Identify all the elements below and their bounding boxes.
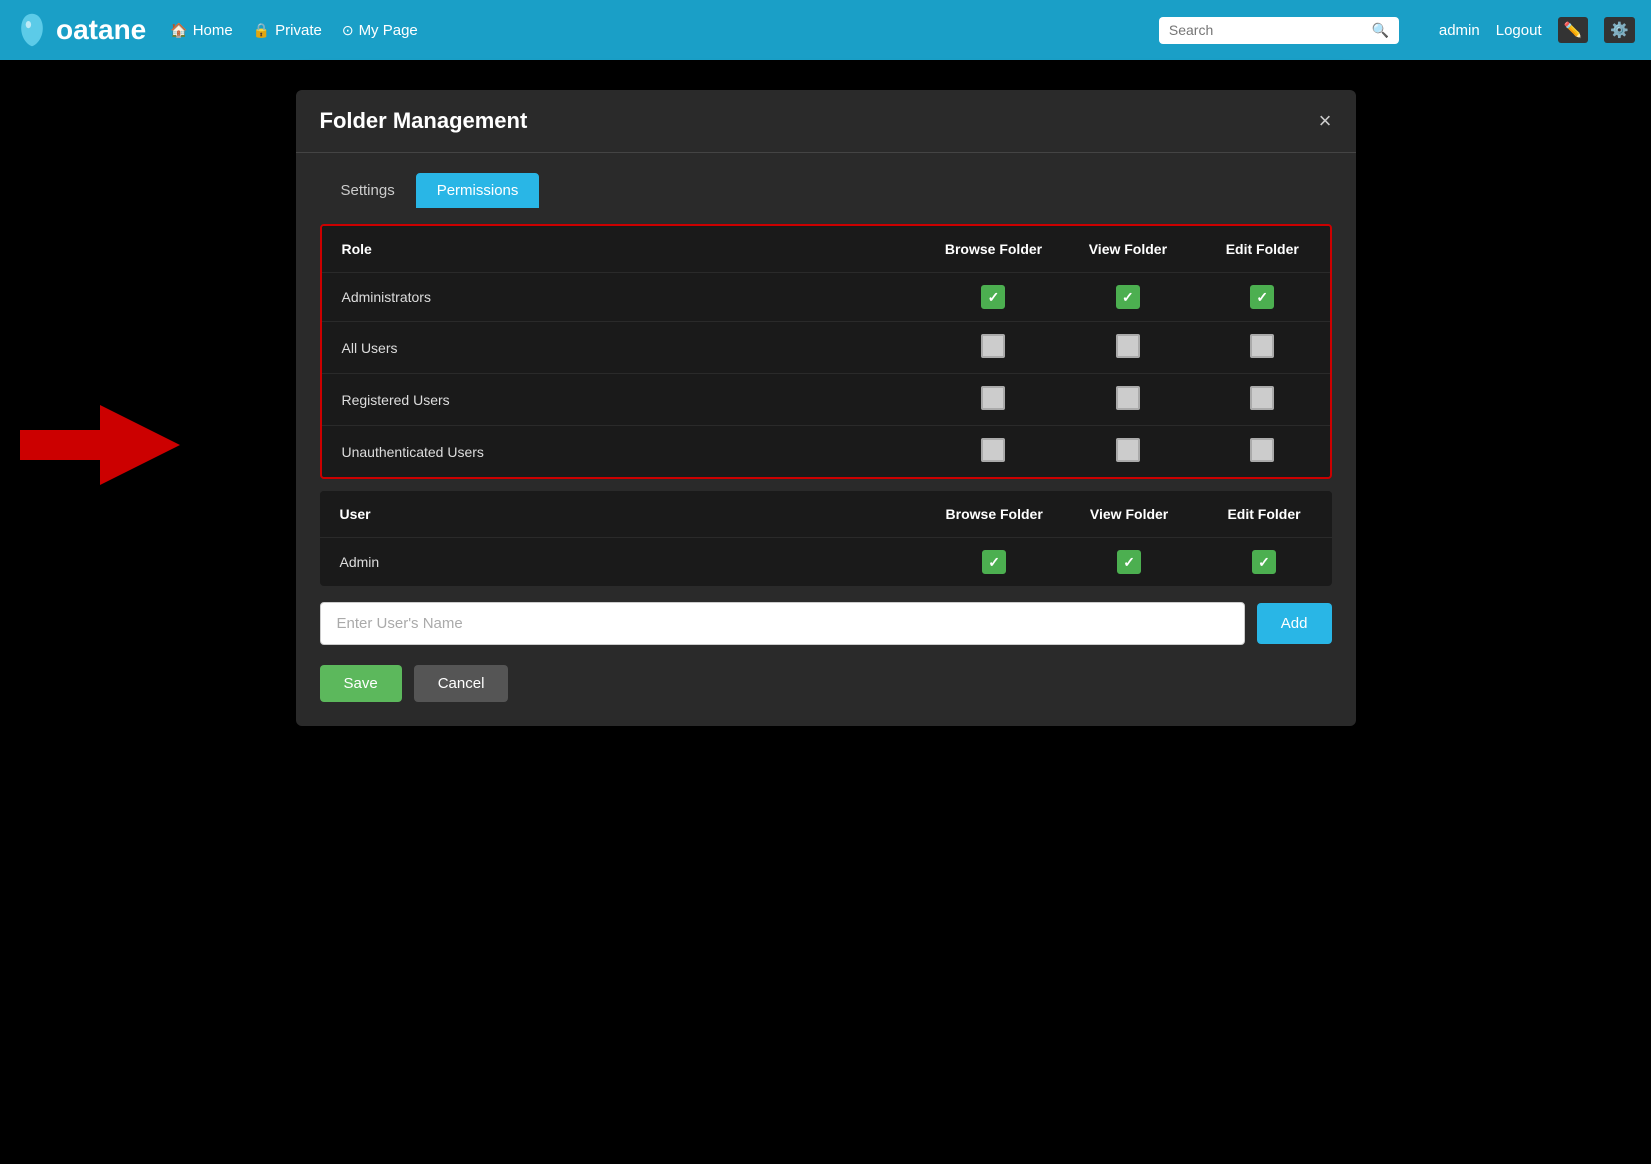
table-row: Administrators [322, 273, 1330, 322]
role-name: All Users [322, 322, 927, 374]
home-icon: 🏠 [170, 22, 187, 39]
browse-folder-col-header: Browse Folder [926, 226, 1060, 273]
users-section: User Browse Folder View Folder Edit Fold… [320, 491, 1332, 586]
edit-checkbox[interactable] [1195, 426, 1329, 478]
edit-checkbox[interactable] [1195, 322, 1329, 374]
role-name: Administrators [322, 273, 927, 322]
nav-home[interactable]: 🏠 Home [170, 22, 232, 39]
edit-checkbox[interactable] [1195, 374, 1329, 426]
nav-right: admin Logout ✏️ ⚙️ [1439, 17, 1635, 43]
table-row: Unauthenticated Users [322, 426, 1330, 478]
nav-links: 🏠 Home 🔒 Private ⊙ My Page [170, 22, 1135, 39]
cancel-button[interactable]: Cancel [414, 665, 509, 702]
lock-icon: 🔒 [253, 22, 270, 39]
modal-body: Settings Permissions Role Browse Folder … [296, 153, 1356, 726]
edit-icon[interactable]: ✏️ [1558, 17, 1589, 43]
logout-button[interactable]: Logout [1496, 22, 1542, 39]
modal-footer: Save Cancel [320, 665, 1332, 702]
modal-close-button[interactable]: × [1319, 110, 1332, 132]
roles-section: Role Browse Folder View Folder Edit Fold… [320, 224, 1332, 479]
modal-header: Folder Management × [296, 90, 1356, 153]
view-checkbox[interactable] [1061, 426, 1195, 478]
role-name: Registered Users [322, 374, 927, 426]
tab-bar: Settings Permissions [320, 173, 1332, 208]
modal-overlay: Folder Management × Settings Permissions… [0, 60, 1651, 1164]
arrow-annotation [20, 400, 180, 495]
tab-settings[interactable]: Settings [320, 173, 416, 208]
browse-checkbox[interactable] [926, 426, 1060, 478]
search-bar: 🔍 [1159, 17, 1399, 44]
roles-col-header: Role [322, 226, 927, 273]
nav-mypage[interactable]: ⊙ My Page [342, 22, 418, 39]
tab-permissions[interactable]: Permissions [416, 173, 540, 208]
search-icon: 🔍 [1371, 22, 1388, 39]
browse-checkbox[interactable] [926, 322, 1060, 374]
table-row: Registered Users [322, 374, 1330, 426]
view-checkbox[interactable] [1061, 374, 1195, 426]
browse-checkbox[interactable] [926, 374, 1060, 426]
view-checkbox[interactable] [1061, 322, 1195, 374]
logo-text: oatane [56, 14, 146, 46]
navbar: oatane 🏠 Home 🔒 Private ⊙ My Page 🔍 admi… [0, 0, 1651, 60]
logo-icon [16, 12, 48, 48]
user-edit-col-header: Edit Folder [1197, 491, 1332, 538]
table-row: Admin [320, 538, 1332, 587]
role-name: Unauthenticated Users [322, 426, 927, 478]
user-col-header: User [320, 491, 927, 538]
settings-icon[interactable]: ⚙️ [1604, 17, 1635, 43]
user-edit-checkbox[interactable] [1197, 538, 1332, 587]
add-button[interactable]: Add [1257, 603, 1332, 644]
roles-table: Role Browse Folder View Folder Edit Fold… [322, 226, 1330, 477]
user-name: Admin [320, 538, 927, 587]
users-table: User Browse Folder View Folder Edit Fold… [320, 491, 1332, 586]
modal-title: Folder Management [320, 108, 528, 134]
edit-folder-col-header: Edit Folder [1195, 226, 1329, 273]
save-button[interactable]: Save [320, 665, 402, 702]
user-browse-checkbox[interactable] [927, 538, 1062, 587]
table-row: All Users [322, 322, 1330, 374]
nav-private[interactable]: 🔒 Private [253, 22, 322, 39]
admin-label: admin [1439, 22, 1480, 39]
logo: oatane [16, 12, 146, 48]
browse-checkbox[interactable] [926, 273, 1060, 322]
view-folder-col-header: View Folder [1061, 226, 1195, 273]
user-view-col-header: View Folder [1062, 491, 1197, 538]
username-input[interactable] [320, 602, 1245, 645]
user-browse-col-header: Browse Folder [927, 491, 1062, 538]
search-input[interactable] [1169, 22, 1366, 38]
user-view-checkbox[interactable] [1062, 538, 1197, 587]
add-user-row: Add [320, 602, 1332, 645]
view-checkbox[interactable] [1061, 273, 1195, 322]
edit-checkbox[interactable] [1195, 273, 1329, 322]
folder-management-modal: Folder Management × Settings Permissions… [296, 90, 1356, 726]
circle-icon: ⊙ [342, 22, 354, 39]
